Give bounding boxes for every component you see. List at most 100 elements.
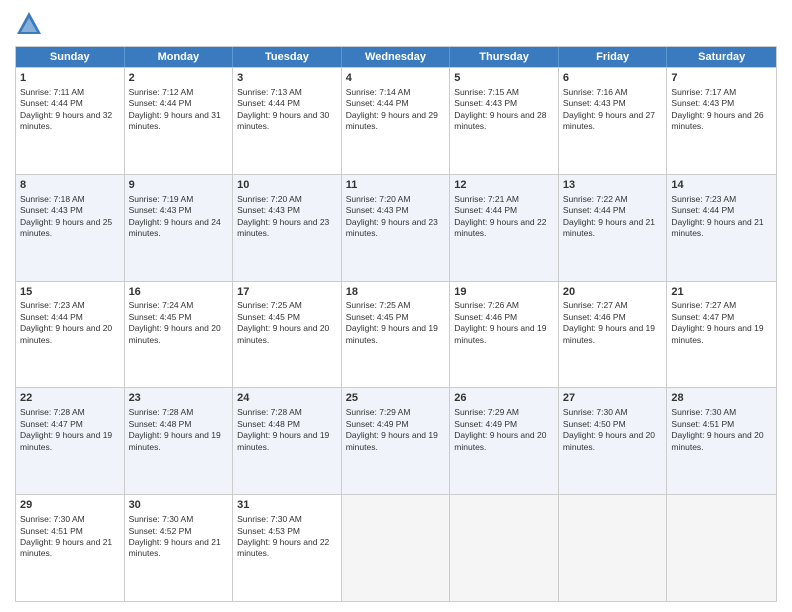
- day-number: 22: [20, 391, 120, 406]
- day-number: 10: [237, 178, 337, 193]
- day-number: 26: [454, 391, 554, 406]
- day-number: 28: [671, 391, 772, 406]
- sunrise-text: Sunrise: 7:19 AM: [129, 194, 194, 204]
- sunrise-text: Sunrise: 7:12 AM: [129, 87, 194, 97]
- sunset-text: Sunset: 4:45 PM: [129, 312, 192, 322]
- daylight-text: Daylight: 9 hours and 21 minutes.: [129, 537, 221, 558]
- daylight-text: Daylight: 9 hours and 19 minutes.: [20, 430, 112, 451]
- sunset-text: Sunset: 4:44 PM: [129, 98, 192, 108]
- header: [15, 10, 777, 38]
- sunset-text: Sunset: 4:47 PM: [20, 419, 83, 429]
- day-number: 1: [20, 71, 120, 86]
- calendar-cell: 22Sunrise: 7:28 AMSunset: 4:47 PMDayligh…: [16, 388, 125, 494]
- sunrise-text: Sunrise: 7:28 AM: [237, 407, 302, 417]
- sunrise-text: Sunrise: 7:17 AM: [671, 87, 736, 97]
- day-number: 17: [237, 285, 337, 300]
- daylight-text: Daylight: 9 hours and 21 minutes.: [20, 537, 112, 558]
- daylight-text: Daylight: 9 hours and 19 minutes.: [671, 323, 763, 344]
- daylight-text: Daylight: 9 hours and 19 minutes.: [346, 430, 438, 451]
- calendar-cell: 29Sunrise: 7:30 AMSunset: 4:51 PMDayligh…: [16, 495, 125, 601]
- calendar-cell: 2Sunrise: 7:12 AMSunset: 4:44 PMDaylight…: [125, 68, 234, 174]
- daylight-text: Daylight: 9 hours and 20 minutes.: [671, 430, 763, 451]
- sunrise-text: Sunrise: 7:20 AM: [346, 194, 411, 204]
- calendar-cell: 16Sunrise: 7:24 AMSunset: 4:45 PMDayligh…: [125, 282, 234, 388]
- calendar-cell: 19Sunrise: 7:26 AMSunset: 4:46 PMDayligh…: [450, 282, 559, 388]
- sunrise-text: Sunrise: 7:20 AM: [237, 194, 302, 204]
- sunrise-text: Sunrise: 7:23 AM: [20, 300, 85, 310]
- daylight-text: Daylight: 9 hours and 27 minutes.: [563, 110, 655, 131]
- sunset-text: Sunset: 4:44 PM: [671, 205, 734, 215]
- calendar-cell: 23Sunrise: 7:28 AMSunset: 4:48 PMDayligh…: [125, 388, 234, 494]
- day-number: 3: [237, 71, 337, 86]
- sunrise-text: Sunrise: 7:15 AM: [454, 87, 519, 97]
- daylight-text: Daylight: 9 hours and 30 minutes.: [237, 110, 329, 131]
- daylight-text: Daylight: 9 hours and 20 minutes.: [563, 430, 655, 451]
- day-number: 18: [346, 285, 446, 300]
- calendar-cell: 1Sunrise: 7:11 AMSunset: 4:44 PM Daylight…: [16, 68, 125, 174]
- daylight-text: Daylight: 9 hours and 21 minutes.: [671, 217, 763, 238]
- sunrise-text: Sunrise: 7:30 AM: [671, 407, 736, 417]
- sunset-text: Sunset: 4:51 PM: [20, 526, 83, 536]
- sunrise-text: Sunrise: 7:30 AM: [129, 514, 194, 524]
- daylight-text: Daylight: 9 hours and 21 minutes.: [563, 217, 655, 238]
- day-number: 20: [563, 285, 663, 300]
- sunset-text: Sunset: 4:47 PM: [671, 312, 734, 322]
- calendar-cell: 5Sunrise: 7:15 AMSunset: 4:43 PMDaylight…: [450, 68, 559, 174]
- sunset-text: Sunset: 4:43 PM: [237, 205, 300, 215]
- day-number: 6: [563, 71, 663, 86]
- calendar-cell: 9Sunrise: 7:19 AMSunset: 4:43 PMDaylight…: [125, 175, 234, 281]
- daylight-text: Daylight: 9 hours and 26 minutes.: [671, 110, 763, 131]
- calendar-cell: 27Sunrise: 7:30 AMSunset: 4:50 PMDayligh…: [559, 388, 668, 494]
- sunrise-text: Sunrise: 7:13 AM: [237, 87, 302, 97]
- daylight-text: Daylight: 9 hours and 19 minutes.: [454, 323, 546, 344]
- sunset-text: Sunset: 4:43 PM: [671, 98, 734, 108]
- day-number: 14: [671, 178, 772, 193]
- daylight-text: Daylight: 9 hours and 20 minutes.: [237, 323, 329, 344]
- calendar-cell: 18Sunrise: 7:25 AMSunset: 4:45 PMDayligh…: [342, 282, 451, 388]
- sunset-text: Sunset: 4:44 PM: [20, 98, 83, 108]
- calendar-body: 1Sunrise: 7:11 AMSunset: 4:44 PMDaylight…: [16, 67, 776, 601]
- sunrise-text: Sunrise: 7:27 AM: [563, 300, 628, 310]
- daylight-text: Daylight: 9 hours and 22 minutes.: [237, 537, 329, 558]
- sunrise-text: Sunrise: 7:29 AM: [454, 407, 519, 417]
- calendar-cell: 20Sunrise: 7:27 AMSunset: 4:46 PMDayligh…: [559, 282, 668, 388]
- sunrise-text: Sunrise: 7:30 AM: [237, 514, 302, 524]
- sunrise-text: Sunrise: 7:11 AM: [20, 87, 84, 97]
- calendar-cell: 17Sunrise: 7:25 AMSunset: 4:45 PMDayligh…: [233, 282, 342, 388]
- sunset-text: Sunset: 4:44 PM: [237, 98, 300, 108]
- calendar-cell: 13Sunrise: 7:22 AMSunset: 4:44 PMDayligh…: [559, 175, 668, 281]
- calendar-cell: 26Sunrise: 7:29 AMSunset: 4:49 PMDayligh…: [450, 388, 559, 494]
- sunrise-text: Sunrise: 7:26 AM: [454, 300, 519, 310]
- day-number: 15: [20, 285, 120, 300]
- calendar-cell: 4Sunrise: 7:14 AMSunset: 4:44 PMDaylight…: [342, 68, 451, 174]
- sunrise-text: Sunrise: 7:25 AM: [346, 300, 411, 310]
- daylight-text: Daylight: 9 hours and 32 minutes.: [20, 110, 112, 131]
- day-number: 13: [563, 178, 663, 193]
- sunset-text: Sunset: 4:44 PM: [563, 205, 626, 215]
- day-number: 5: [454, 71, 554, 86]
- calendar-cell: 6Sunrise: 7:16 AMSunset: 4:43 PMDaylight…: [559, 68, 668, 174]
- day-number: 9: [129, 178, 229, 193]
- calendar-cell: 28Sunrise: 7:30 AM Sunset: 4:51 PMDayligh…: [667, 388, 776, 494]
- calendar-header-day: Tuesday: [233, 47, 342, 67]
- sunrise-text: Sunrise: 7:28 AM: [129, 407, 194, 417]
- calendar-header-day: Wednesday: [342, 47, 451, 67]
- day-number: 25: [346, 391, 446, 406]
- day-number: 27: [563, 391, 663, 406]
- calendar-cell: [559, 495, 668, 601]
- calendar-row: 8Sunrise: 7:18 AMSunset: 4:43 PMDaylight…: [16, 174, 776, 281]
- day-number: 23: [129, 391, 229, 406]
- calendar-header-day: Monday: [125, 47, 234, 67]
- sunset-text: Sunset: 4:52 PM: [129, 526, 192, 536]
- daylight-text: Daylight: 9 hours and 20 minutes.: [20, 323, 112, 344]
- calendar-row: 29Sunrise: 7:30 AMSunset: 4:51 PMDayligh…: [16, 494, 776, 601]
- calendar-cell: 15Sunrise: 7:23 AMSunset: 4:44 PMDayligh…: [16, 282, 125, 388]
- sunset-text: Sunset: 4:48 PM: [237, 419, 300, 429]
- sunset-text: Sunset: 4:51 PM: [671, 419, 734, 429]
- logo: [15, 10, 47, 38]
- daylight-text: Daylight: 9 hours and 23 minutes.: [346, 217, 438, 238]
- sunrise-text: Sunrise: 7:30 AM: [563, 407, 628, 417]
- daylight-text: Daylight: 9 hours and 19 minutes.: [237, 430, 329, 451]
- calendar: SundayMondayTuesdayWednesdayThursdayFrid…: [15, 46, 777, 602]
- sunrise-text: Sunrise: 7:24 AM: [129, 300, 194, 310]
